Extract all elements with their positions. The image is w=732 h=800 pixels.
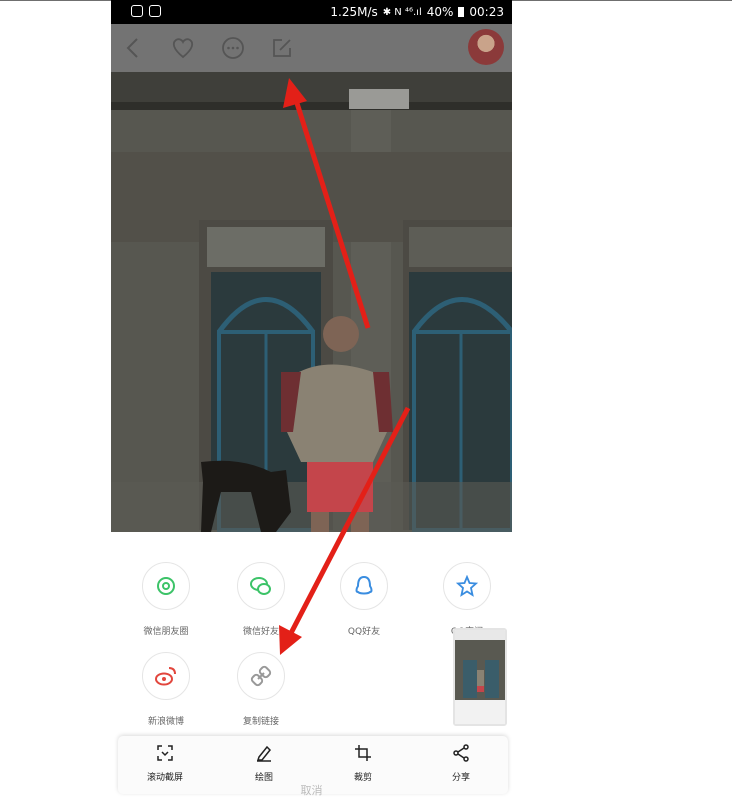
share-label: 微信朋友圈 xyxy=(143,627,189,637)
avatar[interactable] xyxy=(468,29,504,65)
draw-icon xyxy=(256,745,272,762)
share-panel: 微信朋友圈 微信好友 QQ好友 QQ空间 新浪微博 xyxy=(111,532,512,800)
thumbnail-preview xyxy=(455,630,505,724)
cancel-button[interactable]: 取消 xyxy=(111,782,512,798)
gallery-notification-icon xyxy=(149,5,161,17)
share-qq-friend[interactable]: QQ好友 xyxy=(319,562,409,637)
share-label: 新浪微博 xyxy=(147,717,184,727)
more-icon[interactable] xyxy=(219,34,247,62)
action-draw[interactable]: 绘图 xyxy=(224,744,304,783)
heart-icon[interactable] xyxy=(169,34,197,62)
share-label: 微信好友 xyxy=(242,627,279,637)
action-crop[interactable]: 裁剪 xyxy=(323,744,403,783)
back-icon[interactable] xyxy=(119,34,147,62)
share-copy-link[interactable]: 复制链接 xyxy=(216,652,306,727)
weibo-icon xyxy=(155,667,176,686)
action-scroll-capture[interactable]: 滚动截屏 xyxy=(125,744,205,783)
photo-building xyxy=(111,72,512,532)
notification-icon xyxy=(131,5,143,17)
battery-level: 40% xyxy=(426,5,454,19)
page-top-line-right xyxy=(512,0,732,1)
screenshot-thumbnail[interactable] xyxy=(453,628,507,726)
share-moments[interactable]: 微信朋友圈 xyxy=(121,562,211,637)
clock: 00:23 xyxy=(469,5,504,19)
edit-icon[interactable] xyxy=(268,34,296,62)
status-bar: 1.25M/s ✱ N ⁴⁶.ıl 40% 00:23 xyxy=(111,0,512,24)
top-toolbar xyxy=(111,24,512,72)
crop-icon xyxy=(355,745,371,761)
net-speed: 1.25M/s xyxy=(330,5,378,19)
signal-indicators: ✱ N ⁴⁶.ıl xyxy=(382,6,422,18)
link-icon xyxy=(250,665,272,687)
battery-icon xyxy=(458,7,465,17)
action-share[interactable]: 分享 xyxy=(421,744,501,783)
wechat-icon xyxy=(250,577,271,595)
share-label: QQ好友 xyxy=(347,627,381,637)
scroll-capture-icon xyxy=(157,745,173,761)
page-top-line-left xyxy=(0,0,111,1)
share-label: 复制链接 xyxy=(242,717,279,727)
phone-screen: 1.25M/s ✱ N ⁴⁶.ıl 40% 00:23 微信朋友圈 微信好友 Q… xyxy=(111,0,512,800)
moments-icon xyxy=(157,577,175,595)
share-wechat-friend[interactable]: 微信好友 xyxy=(216,562,306,637)
share-qzone[interactable]: QQ空间 xyxy=(422,562,512,637)
qzone-icon xyxy=(456,575,478,597)
share-weibo[interactable]: 新浪微博 xyxy=(121,652,211,727)
share-icon xyxy=(453,744,469,762)
qq-icon xyxy=(355,575,373,595)
